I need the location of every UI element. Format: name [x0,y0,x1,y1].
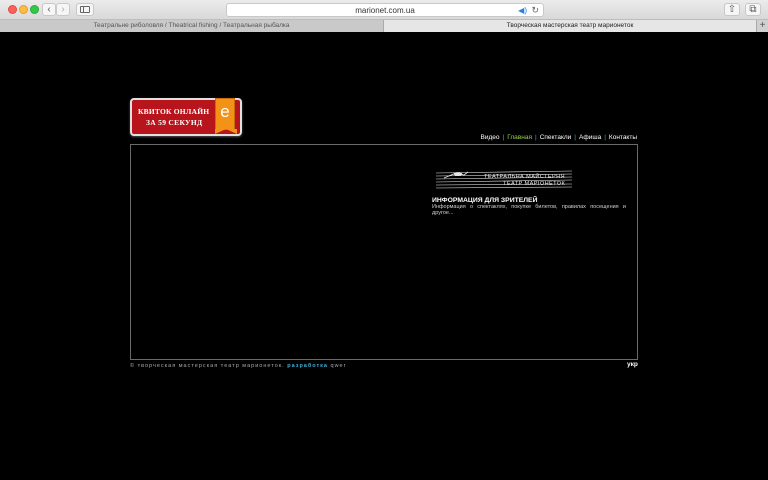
info-text: Информация о спектаклях, покупке билетов… [432,204,626,216]
tab-marionette-theatre[interactable]: Творческая мастерская театр марионеток [384,20,756,32]
speaker-icon[interactable]: ◀) [518,5,527,16]
zoom-window-button[interactable] [30,5,39,14]
tabs-overview-icon: ⧉ [749,4,757,15]
nav-separator: | [502,134,505,141]
main-content-frame: ТЕАТРАЛЬНА МАЙСТЕРНЯ ТЕАТР МАРІОНЕТОК ИН… [130,144,638,360]
theatre-logo[interactable]: ТЕАТРАЛЬНА МАЙСТЕРНЯ ТЕАТР МАРІОНЕТОК [434,167,574,191]
minimize-window-button[interactable] [19,5,28,14]
browser-titlebar: ‹ › marionet.com.ua ◀) ↻ ⇧ ⧉ [0,0,768,20]
nav-separator: | [574,134,576,141]
ticket-line-2: ЗА 59 СЕКУНД [146,118,203,127]
sidebar-icon [80,6,90,13]
footer-copyright: © творческая мастерская театр марионеток… [130,363,285,369]
url-text: marionet.com.ua [355,6,415,15]
info-title[interactable]: ИНФОРМАЦИЯ ДЛЯ ЗРИТЕЛЕЙ [432,197,537,204]
language-switch[interactable]: укр [627,361,638,368]
developer-name[interactable]: qwer [331,363,347,369]
chevron-right-icon: › [61,4,65,15]
nav-separator: | [534,134,537,141]
tabs-overview-button[interactable]: ⧉ [745,3,761,16]
footer: © творческая мастерская театр марионеток… [130,363,346,369]
nav-item-home[interactable]: Главная [507,134,532,141]
chevron-left-icon: ‹ [47,4,51,15]
main-nav: Видео | Главная | Спектакли | Афиша | Контакты [481,134,637,141]
sidebar-toggle-button[interactable] [76,3,94,16]
nav-separator: | [604,134,606,141]
tab-theatrical-fishing[interactable]: Театральне риболовля / Theatrical fishin… [0,20,384,32]
nav-item-playbill[interactable]: Афиша [579,134,601,141]
web-page: КВИТОК ОНЛАЙН ЗА 59 СЕКУНД е Видео | Главн… [0,33,768,480]
forward-button[interactable]: › [56,3,70,16]
close-window-button[interactable] [8,5,17,14]
ticket-online-banner[interactable]: КВИТОК ОНЛАЙН ЗА 59 СЕКУНД е [130,98,242,136]
share-icon: ⇧ [727,4,737,15]
ticket-line-1: КВИТОК ОНЛАЙН [138,107,210,116]
reload-icon[interactable]: ↻ [531,5,539,16]
developer-link-label[interactable]: разработка [287,363,328,369]
new-tab-button[interactable]: + [756,20,768,32]
nav-item-video[interactable]: Видео [481,134,500,141]
logo-line-1: ТЕАТРАЛЬНА МАЙСТЕРНЯ [484,172,565,180]
share-button[interactable]: ⇧ [724,3,740,16]
logo-line-2: ТЕАТР МАРІОНЕТОК [503,181,565,187]
nav-item-contacts[interactable]: Контакты [609,134,637,141]
address-bar[interactable]: marionet.com.ua ◀) ↻ [226,3,544,17]
tab-bar: Театральне риболовля / Theatrical fishin… [0,20,768,32]
e-ticket-badge-icon: е [215,98,237,134]
back-button[interactable]: ‹ [42,3,56,16]
nav-item-performances[interactable]: Спектакли [540,134,572,141]
plus-icon: + [759,20,766,31]
